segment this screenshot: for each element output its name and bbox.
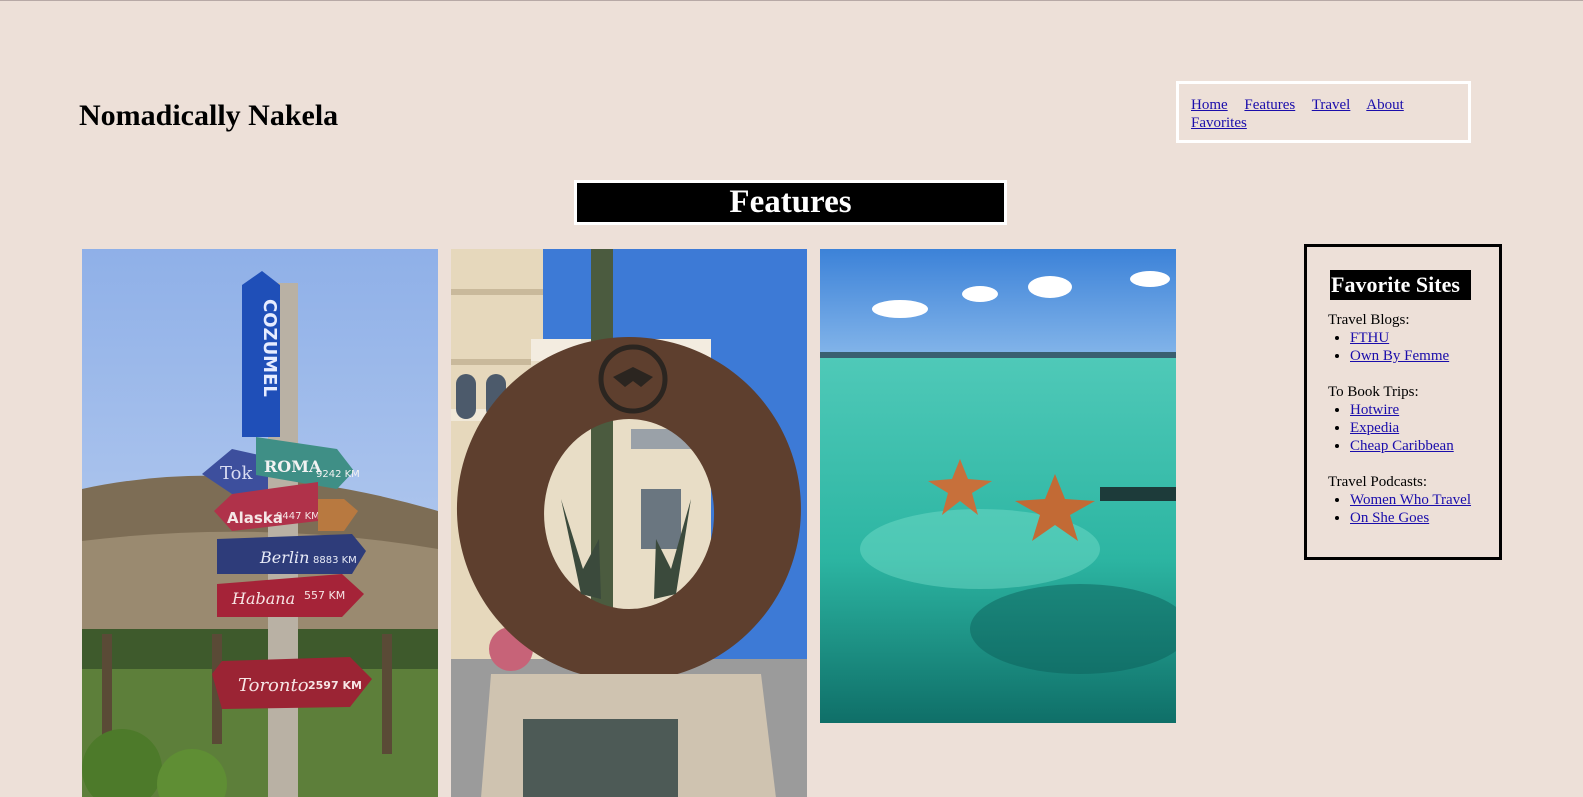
site-title: Nomadically Nakela <box>79 99 339 132</box>
list-item: Cheap Caribbean <box>1350 437 1499 455</box>
nav-link-home[interactable]: Home <box>1191 97 1228 113</box>
link-hotwire[interactable]: Hotwire <box>1350 402 1399 418</box>
sign-berlin-distance: 8883 KM <box>313 555 357 566</box>
sculpture-photo <box>451 249 807 797</box>
sign-berlin: Berlin <box>259 548 309 567</box>
list-item: Hotwire <box>1350 401 1499 419</box>
signpost-photo: COZUMEL Tok ROMA 9242 KM Alaska 9447 KM … <box>82 249 438 797</box>
link-expedia[interactable]: Expedia <box>1350 420 1399 436</box>
link-fthu[interactable]: FTHU <box>1350 330 1389 346</box>
sign-toronto: Toronto <box>238 675 309 696</box>
fav-group-label: Travel Blogs: <box>1328 312 1410 328</box>
list-item: Expedia <box>1350 419 1499 437</box>
link-on-she-goes[interactable]: On She Goes <box>1350 510 1429 526</box>
sign-habana: Habana <box>231 589 295 608</box>
list-item: Women Who Travel <box>1350 491 1499 509</box>
sign-roma: ROMA <box>264 457 322 476</box>
fav-group-label: Travel Podcasts: <box>1328 474 1428 490</box>
starfish-photo <box>820 249 1176 723</box>
sign-tok: Tok <box>220 463 253 484</box>
list-item: Own By Femme <box>1350 347 1499 365</box>
sign-habana-distance: 557 KM <box>304 589 345 602</box>
fav-group-travel-podcasts: Travel Podcasts: Women Who Travel On She… <box>1328 473 1499 527</box>
features-heading: Features <box>574 180 1007 225</box>
nav-link-favorites[interactable]: Favorites <box>1191 115 1247 131</box>
main-nav: Home Features Travel About Favorites <box>1176 81 1471 143</box>
sign-alaska-distance: 9447 KM <box>276 511 320 522</box>
nav-link-travel[interactable]: Travel <box>1312 97 1351 113</box>
link-cheap-caribbean[interactable]: Cheap Caribbean <box>1350 438 1454 454</box>
sign-roma-distance: 9242 KM <box>316 469 360 480</box>
sign-toronto-distance: 2597 KM <box>308 679 362 692</box>
link-own-by-femme[interactable]: Own By Femme <box>1350 348 1449 364</box>
favorite-sites-panel: Favorite Sites Travel Blogs: FTHU Own By… <box>1304 244 1502 560</box>
nav-link-about[interactable]: About <box>1366 97 1404 113</box>
list-item: On She Goes <box>1350 509 1499 527</box>
sign-alaska: Alaska <box>227 509 283 527</box>
fav-group-travel-blogs: Travel Blogs: FTHU Own By Femme <box>1328 311 1499 365</box>
fav-group-book-trips: To Book Trips: Hotwire Expedia Cheap Car… <box>1328 383 1499 455</box>
link-women-who-travel[interactable]: Women Who Travel <box>1350 492 1471 508</box>
favorite-sites-title: Favorite Sites <box>1330 270 1471 300</box>
sign-cozumel: COZUMEL <box>259 299 280 397</box>
list-item: FTHU <box>1350 329 1499 347</box>
nav-link-features[interactable]: Features <box>1244 97 1295 113</box>
fav-group-label: To Book Trips: <box>1328 384 1419 400</box>
